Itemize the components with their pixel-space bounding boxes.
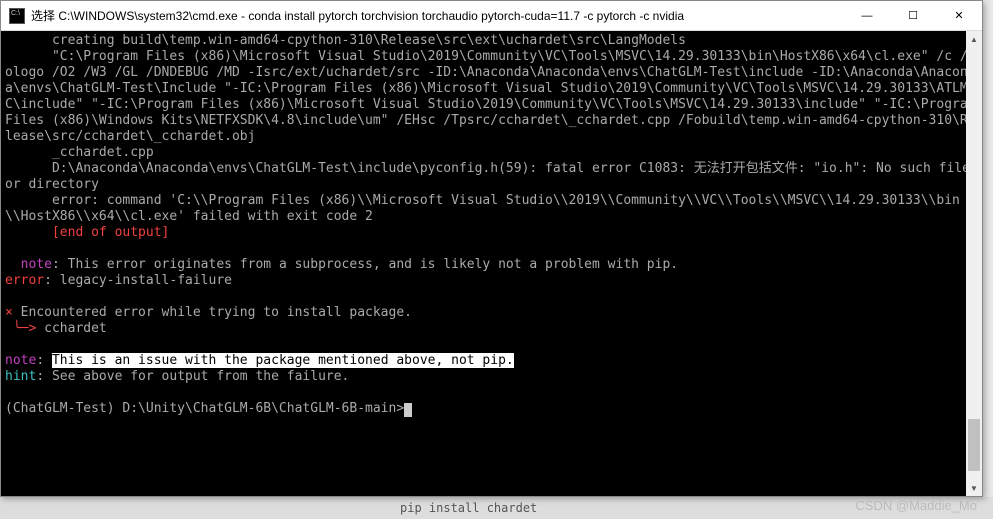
error-text: : legacy-install-failure — [44, 273, 232, 288]
background-strip: pip install chardet — [0, 497, 993, 519]
close-button[interactable]: ✕ — [936, 1, 982, 31]
selected-text: This is an issue with the package mentio… — [52, 353, 514, 368]
minimize-button[interactable]: — — [844, 1, 890, 31]
error-x-icon: × — [5, 305, 13, 320]
encountered-text: Encountered error while trying to instal… — [13, 305, 412, 320]
maximize-button[interactable]: ☐ — [890, 1, 936, 31]
note-label: note — [5, 257, 52, 272]
cmd-window: 选择 C:\WINDOWS\system32\cmd.exe - conda i… — [0, 0, 983, 497]
hint-text: : See above for output from the failure. — [36, 369, 349, 384]
output-line: _cchardet.cpp — [5, 145, 154, 160]
output-line: "C:\Program Files (x86)\Microsoft Visual… — [5, 49, 982, 144]
end-of-output: [end of output] — [5, 225, 169, 240]
hint-label: hint — [5, 369, 36, 384]
watermark: CSDN @Maddie_Mo — [855, 498, 977, 513]
prompt: (ChatGLM-Test) D:\Unity\ChatGLM-6B\ChatG… — [5, 401, 404, 416]
console-output[interactable]: creating build\temp.win-amd64-cpython-31… — [1, 31, 982, 496]
scroll-up-button[interactable]: ▲ — [966, 31, 982, 47]
scrollbar[interactable]: ▲ ▼ — [966, 31, 982, 496]
scrollbar-track[interactable] — [966, 47, 982, 480]
note-text: : This error originates from a subproces… — [52, 257, 678, 272]
output-line: creating build\temp.win-amd64-cpython-31… — [5, 33, 686, 48]
output-line: error: command 'C:\\Program Files (x86)\… — [5, 193, 960, 224]
titlebar[interactable]: 选择 C:\WINDOWS\system32\cmd.exe - conda i… — [1, 1, 982, 31]
error-label: error — [5, 273, 44, 288]
arrow-icon: ╰─> — [5, 321, 36, 336]
cmd-icon — [9, 8, 25, 24]
output-line: D:\Anaconda\Anaconda\envs\ChatGLM-Test\i… — [5, 161, 978, 192]
cursor — [404, 403, 412, 417]
note-label: note — [5, 353, 36, 368]
package-name: cchardet — [36, 321, 106, 336]
note-colon: : — [36, 353, 52, 368]
window-controls: — ☐ ✕ — [844, 1, 982, 31]
scrollbar-thumb[interactable] — [968, 419, 980, 471]
window-title: 选择 C:\WINDOWS\system32\cmd.exe - conda i… — [31, 7, 844, 24]
scroll-down-button[interactable]: ▼ — [966, 480, 982, 496]
